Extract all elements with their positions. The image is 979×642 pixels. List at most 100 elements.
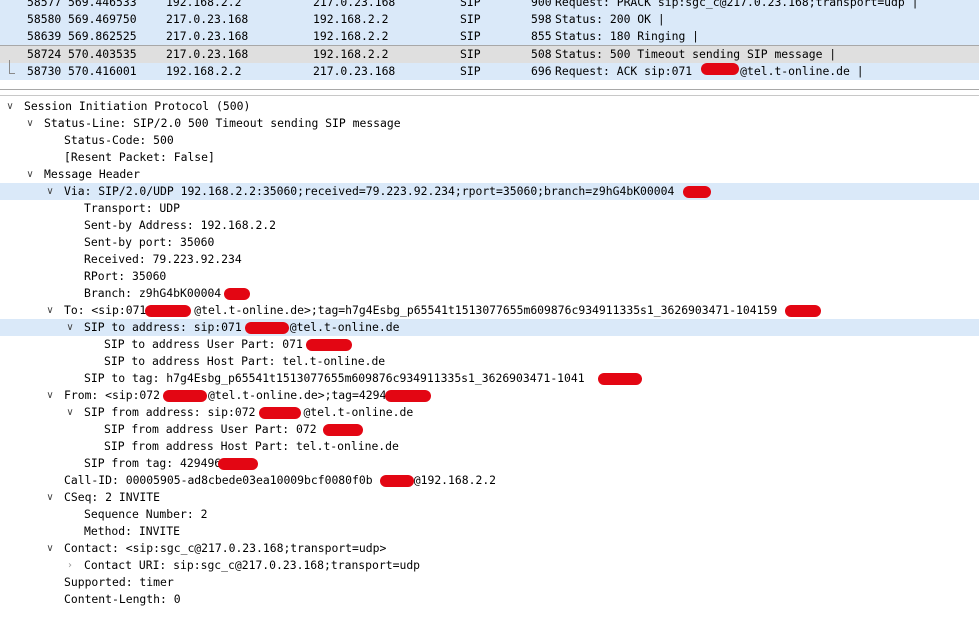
packet-details-tree[interactable]: ∨ Session Initiation Protocol (500) ∨ St…	[0, 95, 979, 624]
tree-node-contact[interactable]: ∨ Contact: <sip:sgc_c@217.0.23.168;trans…	[0, 540, 979, 557]
tree-label: Sent-by Address: 192.168.2.2	[84, 218, 277, 232]
tree-label: Via: SIP/2.0/UDP 192.168.2.2:35060;recei…	[64, 184, 675, 198]
packet-protocol: SIP	[460, 29, 481, 43]
tree-leaf[interactable]: Sent-by Address: 192.168.2.2	[0, 217, 979, 234]
packet-source: 217.0.23.168	[166, 47, 249, 61]
tree-node-to[interactable]: ∨ To: <sip:071 @tel.t-online.de>;tag=h7g…	[0, 302, 979, 319]
tree-label: SIP to address Host Part: tel.t-online.d…	[104, 354, 386, 368]
chevron-right-icon[interactable]: ›	[63, 557, 77, 574]
tree-leaf[interactable]: Transport: UDP	[0, 200, 979, 217]
tree-label: Sequence Number: 2	[84, 507, 208, 521]
packet-no: 58639	[27, 29, 62, 43]
tree-leaf[interactable]: SIP from address User Part: 072	[0, 421, 979, 438]
chevron-down-icon[interactable]: ∨	[63, 319, 77, 336]
tree-leaf[interactable]: Sent-by port: 35060	[0, 234, 979, 251]
packet-no: 58724	[27, 47, 62, 61]
packet-info: Status: 500 Timeout sending SIP message …	[555, 47, 837, 61]
chevron-down-icon[interactable]: ∨	[43, 387, 57, 404]
packet-protocol: SIP	[460, 0, 481, 9]
tree-leaf[interactable]: Call-ID: 00005905-ad8cbede03ea10009bcf00…	[0, 472, 979, 489]
tree-label: Received: 79.223.92.234	[84, 252, 242, 266]
chevron-down-icon[interactable]: ∨	[43, 489, 57, 506]
tree-node-status-line[interactable]: ∨ Status-Line: SIP/2.0 500 Timeout sendi…	[0, 115, 979, 132]
tree-label: Contact: <sip:sgc_c@217.0.23.168;transpo…	[64, 541, 387, 555]
tree-label: Method: INVITE	[84, 524, 181, 538]
packet-source: 217.0.23.168	[166, 29, 249, 43]
chevron-down-icon[interactable]: ∨	[43, 302, 57, 319]
packet-row[interactable]: 58730 570.416001 192.168.2.2 217.0.23.16…	[0, 63, 979, 80]
tree-node-message-header[interactable]: ∨ Message Header	[0, 166, 979, 183]
redaction-mark	[306, 339, 352, 351]
tree-leaf[interactable]: Status-Code: 500	[0, 132, 979, 149]
packet-protocol: SIP	[460, 12, 481, 26]
tree-leaf[interactable]: Branch: z9hG4bK00004	[0, 285, 979, 302]
tree-node-to-address[interactable]: ∨ SIP to address: sip:071 @tel.t-online.…	[0, 319, 979, 336]
packet-row[interactable]: 58577 569.446533 192.168.2.2 217.0.23.16…	[0, 0, 979, 11]
packet-info: Request: PRACK sip:sgc_c@217.0.23.168;tr…	[555, 0, 919, 9]
packet-list[interactable]: 58577 569.446533 192.168.2.2 217.0.23.16…	[0, 0, 979, 90]
packet-time: 570.416001	[68, 64, 137, 78]
tree-label: SIP to address: sip:071 @tel.t-online.de	[84, 320, 400, 334]
redaction-mark	[218, 458, 258, 470]
chevron-down-icon[interactable]: ∨	[43, 540, 57, 557]
tree-label: SIP to address User Part: 071	[104, 337, 303, 351]
tree-leaf[interactable]: Content-Length: 0	[0, 591, 979, 608]
packet-destination: 192.168.2.2	[313, 12, 389, 26]
packet-source: 192.168.2.2	[166, 64, 242, 78]
packet-destination: 217.0.23.168	[313, 64, 396, 78]
tree-leaf[interactable]: SIP from tag: 429496	[0, 455, 979, 472]
chevron-down-icon[interactable]: ∨	[63, 404, 77, 421]
packet-length: 855	[531, 29, 552, 43]
packet-row[interactable]: 58580 569.469750 217.0.23.168 192.168.2.…	[0, 11, 979, 28]
redaction-mark	[683, 186, 711, 198]
packet-time: 569.862525	[68, 29, 137, 43]
tree-label: SIP from address: sip:072 @tel.t-online.…	[84, 405, 414, 419]
tree-label: RPort: 35060	[84, 269, 167, 283]
redaction-mark	[385, 390, 431, 402]
tree-label: SIP from tag: 429496	[84, 456, 222, 470]
packet-no: 58730	[27, 64, 62, 78]
tree-node-from-address[interactable]: ∨ SIP from address: sip:072 @tel.t-onlin…	[0, 404, 979, 421]
tree-label: Transport: UDP	[84, 201, 181, 215]
packet-row[interactable]: 58639 569.862525 217.0.23.168 192.168.2.…	[0, 28, 979, 45]
packet-source: 192.168.2.2	[166, 0, 242, 9]
tree-node-sip[interactable]: ∨ Session Initiation Protocol (500)	[0, 98, 979, 115]
tree-node-cseq[interactable]: ∨ CSeq: 2 INVITE	[0, 489, 979, 506]
tree-label: Message Header	[44, 167, 141, 181]
conversation-line-icon	[9, 60, 15, 74]
tree-leaf[interactable]: Supported: timer	[0, 574, 979, 591]
packet-time: 569.469750	[68, 12, 137, 26]
redaction-mark	[145, 305, 191, 317]
tree-leaf[interactable]: SIP to tag: h7g4Esbg_p65541t1513077655m6…	[0, 370, 979, 387]
tree-label: Branch: z9hG4bK00004	[84, 286, 222, 300]
tree-label: CSeq: 2 INVITE	[64, 490, 161, 504]
tree-node-from[interactable]: ∨ From: <sip:072 @tel.t-online.de>;tag=4…	[0, 387, 979, 404]
tree-label: From: <sip:072 @tel.t-online.de>;tag=429…	[64, 388, 401, 402]
redaction-mark	[323, 424, 363, 436]
chevron-down-icon[interactable]: ∨	[3, 98, 17, 115]
tree-leaf[interactable]: RPort: 35060	[0, 268, 979, 285]
packet-protocol: SIP	[460, 64, 481, 78]
tree-node-via[interactable]: ∨ Via: SIP/2.0/UDP 192.168.2.2:35060;rec…	[0, 183, 979, 200]
tree-node-contact-uri[interactable]: › Contact URI: sip:sgc_c@217.0.23.168;tr…	[0, 557, 979, 574]
tree-leaf[interactable]: Sequence Number: 2	[0, 506, 979, 523]
chevron-down-icon[interactable]: ∨	[23, 166, 37, 183]
tree-leaf[interactable]: SIP from address Host Part: tel.t-online…	[0, 438, 979, 455]
packet-info: Status: 180 Ringing |	[555, 29, 700, 43]
packet-no: 58577	[27, 0, 62, 9]
tree-leaf[interactable]: Method: INVITE	[0, 523, 979, 540]
packet-no: 58580	[27, 12, 62, 26]
tree-leaf[interactable]: SIP to address User Part: 071	[0, 336, 979, 353]
tree-label: Supported: timer	[64, 575, 174, 589]
tree-leaf[interactable]: Received: 79.223.92.234	[0, 251, 979, 268]
packet-row-selected[interactable]: 58724 570.403535 217.0.23.168 192.168.2.…	[0, 45, 979, 64]
chevron-down-icon[interactable]: ∨	[43, 183, 57, 200]
redaction-mark	[785, 305, 821, 317]
packet-protocol: SIP	[460, 47, 481, 61]
chevron-down-icon[interactable]: ∨	[23, 115, 37, 132]
tree-leaf[interactable]: [Resent Packet: False]	[0, 149, 979, 166]
tree-leaf[interactable]: SIP to address Host Part: tel.t-online.d…	[0, 353, 979, 370]
redaction-mark	[224, 288, 250, 300]
tree-label: Contact URI: sip:sgc_c@217.0.23.168;tran…	[84, 558, 421, 572]
redaction-mark	[163, 390, 207, 402]
